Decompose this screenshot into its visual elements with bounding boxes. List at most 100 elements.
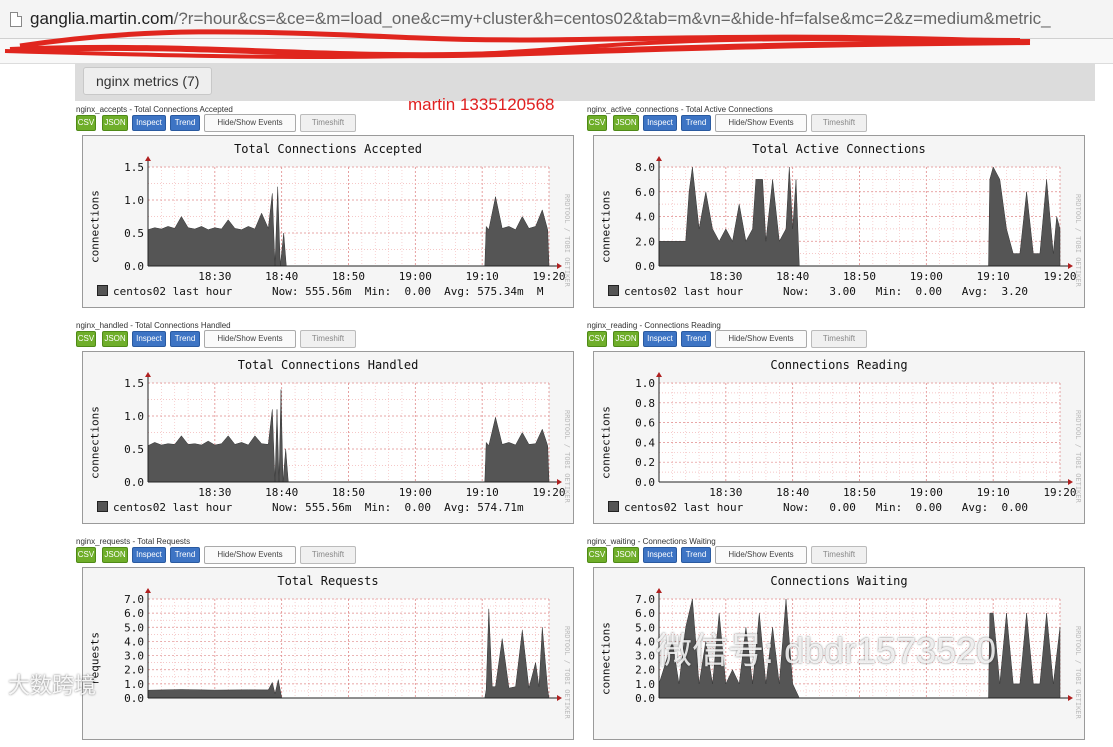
inspect-button[interactable]: Inspect <box>132 331 166 347</box>
y-tick-label: 7.0 <box>124 593 144 606</box>
json-button[interactable]: JSON <box>613 547 639 563</box>
timeshift-button[interactable]: Timeshift <box>811 546 867 564</box>
y-tick-label: 6.0 <box>635 607 655 620</box>
legend-stats: Now: 555.56m Min: 0.00 Avg: 574.71m <box>272 501 524 514</box>
x-axis-arrow <box>1068 695 1073 701</box>
chart-svg: 0.0 0.5 1.0 1.5 18:30 18:40 18:50 19:00 19:10 19:… <box>124 156 566 283</box>
legend-swatch <box>97 501 108 512</box>
graph-legend: centos02 last hour Now: 555.56m Min: 0.00… <box>97 501 524 514</box>
timeshift-button[interactable]: Timeshift <box>300 330 356 348</box>
timeshift-button[interactable]: Timeshift <box>300 114 356 132</box>
graph-image[interactable]: 0.0 0.5 1.0 1.5 18:30 18:40 18:50 19:00 19:10 19:… <box>82 351 574 524</box>
y-tick-label: 8.0 <box>635 161 655 174</box>
trend-button[interactable]: Trend <box>681 547 711 563</box>
graph-legend: centos02 last hour Now: 555.56m Min: 0.00… <box>97 285 544 298</box>
timeshift-button[interactable]: Timeshift <box>300 546 356 564</box>
rrdtool-label: RRDTOOL / TOBI OETIKER <box>563 626 571 719</box>
y-tick-label: 3.0 <box>635 650 655 663</box>
url-text[interactable]: ganglia.martin.com/?r=hour&cs=&ce=&m=loa… <box>30 9 1051 29</box>
json-button[interactable]: JSON <box>102 331 128 347</box>
x-tick-label: 18:30 <box>709 486 742 499</box>
address-bar[interactable]: ganglia.martin.com/?r=hour&cs=&ce=&m=loa… <box>0 0 1113 39</box>
graph-caption: nginx_waiting - Connections Waiting <box>587 537 716 546</box>
y-tick-label: 5.0 <box>124 621 144 634</box>
inspect-button[interactable]: Inspect <box>643 115 677 131</box>
x-axis-arrow <box>1068 479 1073 485</box>
watermark: 微信号: dbdr1573520 <box>656 630 997 671</box>
timeshift-button[interactable]: Timeshift <box>811 114 867 132</box>
json-button[interactable]: JSON <box>613 115 639 131</box>
json-button[interactable]: JSON <box>102 115 128 131</box>
graph-title: Total Connections Accepted <box>234 142 422 156</box>
x-tick-label: 19:00 <box>910 270 943 283</box>
inspect-button[interactable]: Inspect <box>132 547 166 563</box>
legend-swatch <box>97 285 108 296</box>
y-axis-arrow <box>656 372 662 377</box>
metric-group-tab[interactable]: nginx metrics (7) <box>83 67 213 95</box>
inspect-button[interactable]: Inspect <box>132 115 166 131</box>
trend-button[interactable]: Trend <box>681 115 711 131</box>
graph-block: nginx_active_connections - Total Active … <box>587 105 1102 315</box>
timeshift-button[interactable]: Timeshift <box>811 330 867 348</box>
csv-button[interactable]: CSV <box>76 547 96 563</box>
legend-swatch <box>608 501 619 512</box>
chart-svg: 0.0 0.5 1.0 1.5 18:30 18:40 18:50 19:00 19:10 19:… <box>124 372 566 499</box>
y-tick-label: 6.0 <box>635 186 655 199</box>
x-tick-label: 19:20 <box>532 270 565 283</box>
legend-host: centos02 last hour <box>113 501 233 514</box>
x-tick-label: 19:10 <box>466 486 499 499</box>
graph-image[interactable]: 0.0 0.2 0.4 0.6 0.8 1.0 18:30 18:40 18:50 19:00 19… <box>593 351 1085 524</box>
graph-block: nginx_requests - Total Requests CSV JSON… <box>76 537 591 747</box>
y-tick-label: 1.0 <box>635 678 655 691</box>
x-tick-label: 18:40 <box>265 486 298 499</box>
trend-button[interactable]: Trend <box>681 331 711 347</box>
graph-image[interactable]: 0.0 1.0 2.0 3.0 4.0 5.0 6.0 7.0 Total Requests … <box>82 567 574 740</box>
graph-image[interactable]: 0.0 2.0 4.0 6.0 8.0 18:30 18:40 18:50 19:00 19:10… <box>593 135 1085 308</box>
inspect-button[interactable]: Inspect <box>643 547 677 563</box>
graph-legend: centos02 last hour Now: 0.00 Min: 0.00 Av… <box>608 501 1028 514</box>
y-tick-label: 2.0 <box>635 235 655 248</box>
x-axis-arrow <box>1068 263 1073 269</box>
trend-button[interactable]: Trend <box>170 115 200 131</box>
graph-title: Connections Waiting <box>770 574 908 588</box>
graph-legend: centos02 last hour Now: 3.00 Min: 0.00 Av… <box>608 285 1028 298</box>
graph-image[interactable]: 0.0 0.5 1.0 1.5 18:30 18:40 18:50 19:00 19:10 19:… <box>82 135 574 308</box>
legend-host: centos02 last hour <box>624 501 744 514</box>
x-tick-label: 18:50 <box>843 270 876 283</box>
y-tick-label: 0.4 <box>635 436 655 449</box>
hide-show-events-button[interactable]: Hide/Show Events <box>715 330 807 348</box>
y-tick-label: 0.8 <box>635 397 655 410</box>
csv-button[interactable]: CSV <box>587 331 607 347</box>
graph-caption: nginx_accepts - Total Connections Accept… <box>76 105 233 114</box>
x-tick-label: 18:50 <box>332 486 365 499</box>
json-button[interactable]: JSON <box>102 547 128 563</box>
x-tick-label: 19:00 <box>399 270 432 283</box>
chart-svg: 0.0 0.2 0.4 0.6 0.8 1.0 18:30 18:40 18:50 19:00 19… <box>635 372 1077 499</box>
y-tick-label: 4.0 <box>635 211 655 224</box>
trend-button[interactable]: Trend <box>170 547 200 563</box>
hide-show-events-button[interactable]: Hide/Show Events <box>204 114 296 132</box>
legend-stats: Now: 555.56m Min: 0.00 Avg: 575.34m M <box>272 285 544 298</box>
y-tick-label: 1.5 <box>124 377 144 390</box>
csv-button[interactable]: CSV <box>76 115 96 131</box>
hide-show-events-button[interactable]: Hide/Show Events <box>715 546 807 564</box>
graph-caption: nginx_requests - Total Requests <box>76 537 191 546</box>
json-button[interactable]: JSON <box>613 331 639 347</box>
y-axis-arrow <box>145 588 151 593</box>
rrdtool-label: RRDTOOL / TOBI OETIKER <box>1074 410 1082 503</box>
hide-show-events-button[interactable]: Hide/Show Events <box>204 330 296 348</box>
csv-button[interactable]: CSV <box>587 115 607 131</box>
inspect-button[interactable]: Inspect <box>643 331 677 347</box>
hide-show-events-button[interactable]: Hide/Show Events <box>715 114 807 132</box>
trend-button[interactable]: Trend <box>170 331 200 347</box>
csv-button[interactable]: CSV <box>587 547 607 563</box>
y-tick-label: 0.0 <box>635 260 655 273</box>
legend-stats: Now: 3.00 Min: 0.00 Avg: 3.20 <box>783 285 1029 298</box>
y-tick-label: 2.0 <box>124 664 144 677</box>
hide-show-events-button[interactable]: Hide/Show Events <box>204 546 296 564</box>
graph-block: nginx_handled - Total Connections Handle… <box>76 321 591 531</box>
csv-button[interactable]: CSV <box>76 331 96 347</box>
graph-title: Connections Reading <box>770 358 908 372</box>
graph-vertical-label: connections <box>599 190 613 263</box>
legend-stats: Now: 0.00 Min: 0.00 Avg: 0.00 <box>783 501 1029 514</box>
